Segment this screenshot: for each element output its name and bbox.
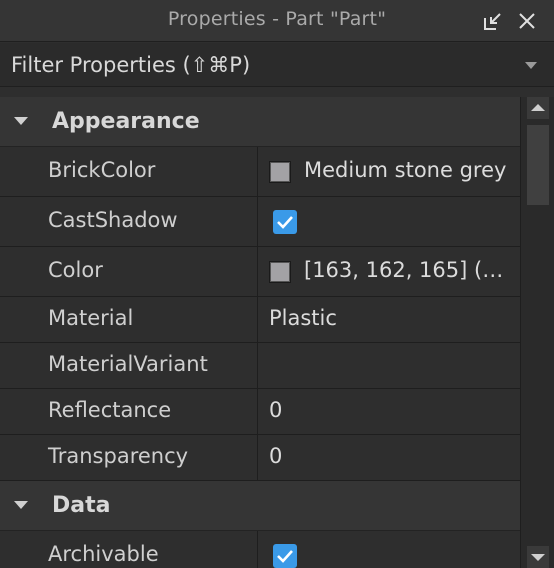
section-label: Data bbox=[52, 493, 111, 518]
vertical-scrollbar[interactable] bbox=[520, 97, 554, 568]
property-row-brickcolor[interactable]: BrickColor Medium stone grey bbox=[0, 147, 520, 197]
scroll-down-icon[interactable] bbox=[527, 546, 549, 568]
property-name: Material bbox=[48, 306, 134, 330]
property-row-materialvariant[interactable]: MaterialVariant bbox=[0, 343, 520, 389]
color-swatch[interactable] bbox=[269, 161, 291, 183]
property-name: MaterialVariant bbox=[48, 352, 208, 376]
property-name: CastShadow bbox=[48, 208, 178, 232]
archivable-checkbox[interactable] bbox=[273, 544, 297, 568]
color-swatch[interactable] bbox=[269, 261, 291, 283]
section-data[interactable]: Data bbox=[0, 481, 520, 531]
chevron-down-icon[interactable] bbox=[525, 62, 537, 69]
property-value[interactable]: [163, 162, 165] (… bbox=[304, 258, 503, 282]
properties-panel: Appearance BrickColor Medium stone grey … bbox=[0, 88, 554, 568]
property-name: BrickColor bbox=[48, 158, 156, 182]
property-row-archivable[interactable]: Archivable bbox=[0, 531, 520, 568]
property-row-color[interactable]: Color [163, 162, 165] (… bbox=[0, 247, 520, 297]
property-name: Archivable bbox=[48, 542, 159, 566]
filter-placeholder: Filter Properties (⇧⌘P) bbox=[11, 53, 251, 77]
property-value[interactable]: 0 bbox=[269, 398, 282, 422]
title-bar: Properties - Part "Part" bbox=[0, 0, 554, 42]
scrollbar-thumb[interactable] bbox=[527, 125, 549, 205]
property-row-castshadow[interactable]: CastShadow bbox=[0, 197, 520, 247]
section-appearance[interactable]: Appearance bbox=[0, 97, 520, 147]
close-icon[interactable] bbox=[517, 11, 537, 31]
property-list: Appearance BrickColor Medium stone grey … bbox=[0, 97, 520, 568]
property-value[interactable]: Plastic bbox=[269, 306, 337, 330]
property-value[interactable]: Medium stone grey bbox=[304, 158, 506, 182]
filter-properties-input[interactable]: Filter Properties (⇧⌘P) bbox=[0, 43, 554, 87]
property-name: Reflectance bbox=[48, 398, 172, 422]
collapse-triangle-icon[interactable] bbox=[14, 117, 28, 125]
property-name: Transparency bbox=[48, 444, 189, 468]
section-label: Appearance bbox=[52, 109, 200, 134]
window-title: Properties - Part "Part" bbox=[167, 8, 387, 30]
property-name: Color bbox=[48, 258, 103, 282]
property-row-reflectance[interactable]: Reflectance 0 bbox=[0, 389, 520, 435]
property-value[interactable]: 0 bbox=[269, 444, 282, 468]
property-row-material[interactable]: Material Plastic bbox=[0, 297, 520, 343]
property-row-transparency[interactable]: Transparency 0 bbox=[0, 435, 520, 481]
scroll-up-icon[interactable] bbox=[527, 97, 549, 119]
castshadow-checkbox[interactable] bbox=[273, 210, 297, 234]
dock-icon[interactable] bbox=[483, 11, 503, 31]
collapse-triangle-icon[interactable] bbox=[14, 501, 28, 509]
